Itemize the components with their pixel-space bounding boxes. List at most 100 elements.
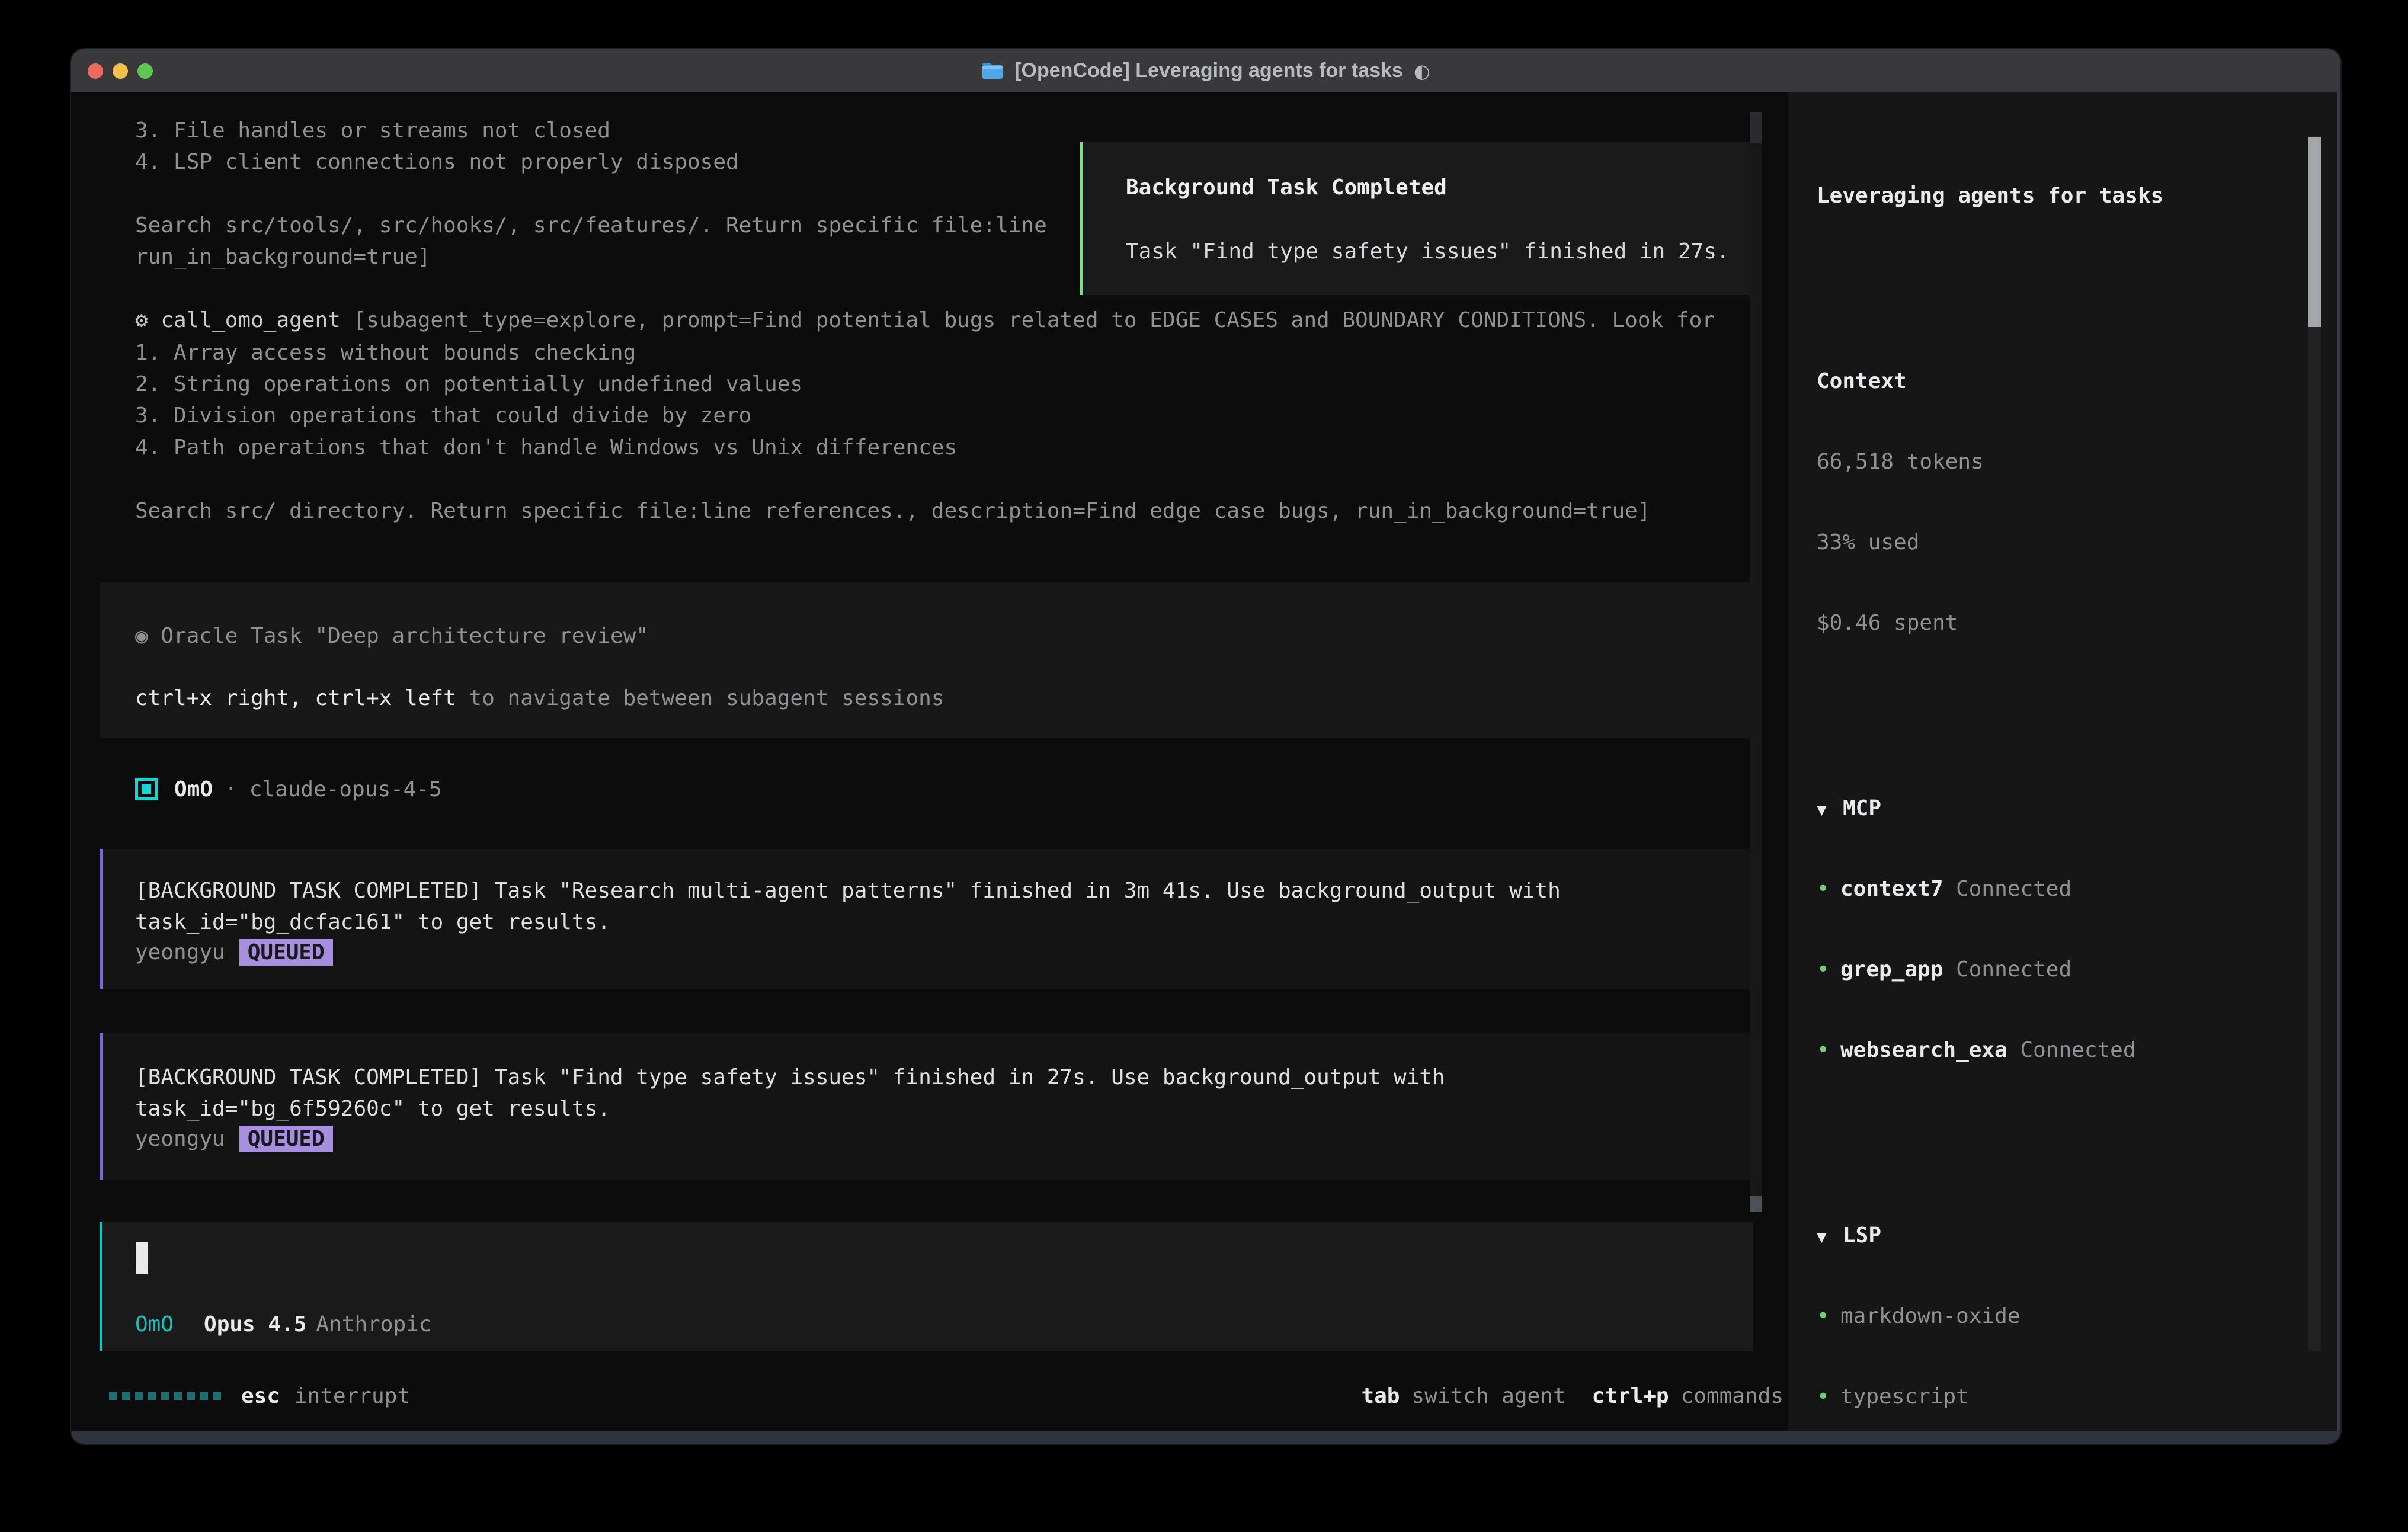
bg-task-meta: yeongyu QUEUED [135, 939, 333, 966]
oracle-task-label: ◉ Oracle Task "Deep architecture review" [135, 624, 649, 648]
toast-body: Task "Find type safety issues" finished … [1126, 239, 1730, 264]
agent-omo-icon [135, 778, 158, 800]
footer-agent: OmO [135, 1312, 174, 1337]
mcp-status: Connected [1956, 877, 2071, 901]
tool-call-line: ⚙ call_omo_agent [subagent_type=explore,… [135, 305, 1715, 336]
hint-rest: to navigate between subagent sessions [456, 686, 944, 710]
oracle-task-box: ◉ Oracle Task "Deep architecture review"… [100, 582, 1751, 738]
bg-task-line: [BACKGROUND TASK COMPLETED] Task "Find t… [135, 1065, 1445, 1089]
status-right: tab switch agent ctrl+p commands [1361, 1380, 1783, 1412]
gear-icon: ⚙ [135, 308, 148, 332]
context-header: Context [1817, 366, 2337, 398]
transcript-line: 1. Array access without bounds checking [135, 337, 636, 369]
footer-model[interactable]: Opus 4.5 [204, 1312, 306, 1337]
window-title-text: [OpenCode] Leveraging agents for tasks [1014, 59, 1403, 82]
transcript-line: 4. Path operations that don't handle Win… [135, 432, 957, 464]
mcp-status [1943, 877, 1956, 901]
context-tokens: 66,518 tokens [1817, 446, 2337, 478]
status-dot-icon: • [1817, 873, 1840, 905]
transcript-line: 2. String operations on potentially unde… [135, 368, 803, 400]
background-task-message: [BACKGROUND TASK COMPLETED] Task "Find t… [100, 1033, 1754, 1180]
agent-model: claude-opus-4-5 [249, 777, 442, 802]
status-dot-icon: • [1817, 1381, 1840, 1413]
transcript-line: run_in_background=true] [135, 241, 431, 273]
minimize-button[interactable] [113, 63, 128, 79]
titlebar[interactable]: [OpenCode] Leveraging agents for tasks ◐ [71, 49, 2340, 94]
status-dot-icon: • [1817, 1300, 1840, 1332]
lsp-name: typescript [1840, 1384, 1969, 1409]
mcp-status: Connected [2020, 1038, 2135, 1062]
transcript-line: Search src/tools/, src/hooks/, src/featu… [135, 210, 1047, 242]
bg-task-line: task_id="bg_6f59260c" to get results. [135, 1097, 610, 1121]
mcp-name: websearch_exa [1840, 1038, 2007, 1062]
background-task-toast: Background Task Completed Task "Find typ… [1080, 142, 1759, 295]
mcp-header: MCP [1843, 796, 1881, 821]
transcript-line: 3. Division operations that could divide… [135, 400, 751, 432]
app-window: [OpenCode] Leveraging agents for tasks ◐… [71, 49, 2340, 1444]
input-footer: OmO Opus 4.5 Anthropic [135, 1312, 432, 1337]
transcript-line: 4. LSP client connections not properly d… [135, 146, 739, 178]
folder-icon [981, 62, 1004, 80]
status-dot-icon: • [1817, 1034, 1840, 1066]
scrollbar-thumb[interactable] [1750, 1196, 1762, 1212]
desktop: [OpenCode] Leveraging agents for tasks ◐… [0, 0, 2408, 1532]
subagent-nav-hint: ctrl+x right, ctrl+x left to navigate be… [135, 686, 944, 710]
context-spent: $0.46 spent [1817, 607, 2337, 639]
mcp-item: •websearch_exa Connected [1817, 1034, 2337, 1066]
mcp-name: context7 [1840, 877, 1943, 901]
window-title: [OpenCode] Leveraging agents for tasks ◐ [981, 59, 1430, 82]
sidebar-section-mcp[interactable]: ▼MCP [1817, 793, 2337, 825]
transcript-line: Search src/ directory. Return specific f… [135, 495, 1651, 527]
traffic-lights [88, 63, 153, 79]
chevron-down-icon: ▼ [1817, 794, 1843, 826]
scrollbar-thumb[interactable] [1750, 112, 1762, 143]
key-esc: esc [241, 1380, 280, 1412]
toast-title: Background Task Completed [1126, 175, 1447, 200]
spinner-dots-icon [109, 1392, 221, 1400]
tool-name: call_omo_agent [161, 308, 353, 332]
tool-args: [subagent_type=explore, prompt=Find pote… [353, 308, 1714, 332]
context-used: 33% used [1817, 527, 2337, 559]
bg-task-meta: yeongyu QUEUED [135, 1126, 333, 1152]
close-button[interactable] [88, 63, 103, 79]
session-title: Leveraging agents for tasks [1817, 180, 2337, 212]
status-dot-icon: • [1817, 954, 1840, 986]
terminal-main[interactable]: 3. File handles or streams not closed 4.… [71, 92, 1788, 1431]
mcp-item: •grep_app Connected [1817, 954, 2337, 986]
transcript-line: 3. File handles or streams not closed [135, 115, 610, 147]
lsp-name: markdown-oxide [1840, 1304, 2020, 1328]
terminal-scrollbar[interactable] [1750, 112, 1762, 1212]
background-task-message: [BACKGROUND TASK COMPLETED] Task "Resear… [100, 849, 1754, 989]
sidebar-content: Leveraging agents for tasks Context 66,5… [1788, 92, 2337, 1431]
prompt-input[interactable]: OmO Opus 4.5 Anthropic [100, 1222, 1753, 1351]
task-user: yeongyu [135, 940, 225, 964]
sidebar: Leveraging agents for tasks Context 66,5… [1788, 92, 2340, 1431]
window-edge [2337, 92, 2340, 1431]
lsp-header: LSP [1843, 1223, 1881, 1248]
bg-task-line: [BACKGROUND TASK COMPLETED] Task "Resear… [135, 879, 1561, 903]
text-cursor [136, 1242, 148, 1274]
sidebar-section-lsp[interactable]: ▼LSP [1817, 1220, 2337, 1252]
key-ctrlp: ctrl+p [1592, 1380, 1669, 1412]
mcp-item: •context7 Connected [1817, 873, 2337, 905]
window-bottom-bar [71, 1431, 2340, 1444]
hint-keys: ctrl+x right, ctrl+x left [135, 686, 456, 710]
agent-header: OmO · claude-opus-4-5 [135, 776, 442, 802]
zoom-button[interactable] [137, 63, 153, 79]
scrollbar-thumb[interactable] [2308, 137, 2321, 327]
lsp-item: •markdown-oxide [1817, 1300, 2337, 1332]
agent-name: OmO [174, 777, 213, 802]
key-esc-label: interrupt [294, 1380, 410, 1412]
key-tab: tab [1361, 1380, 1400, 1412]
session-progress-icon: ◐ [1414, 60, 1430, 82]
status-badge: QUEUED [239, 939, 333, 966]
status-badge: QUEUED [239, 1126, 333, 1152]
status-bar: esc interrupt tab switch agent ctrl+p co… [71, 1380, 1788, 1412]
footer-provider: Anthropic [316, 1312, 431, 1337]
chevron-down-icon: ▼ [1817, 1221, 1843, 1253]
task-user: yeongyu [135, 1127, 225, 1151]
sidebar-scrollbar[interactable] [2308, 136, 2321, 1351]
key-tab-label: switch agent [1411, 1380, 1565, 1412]
separator-dot: · [225, 777, 238, 802]
bg-task-line: task_id="bg_dcfac161" to get results. [135, 910, 610, 934]
